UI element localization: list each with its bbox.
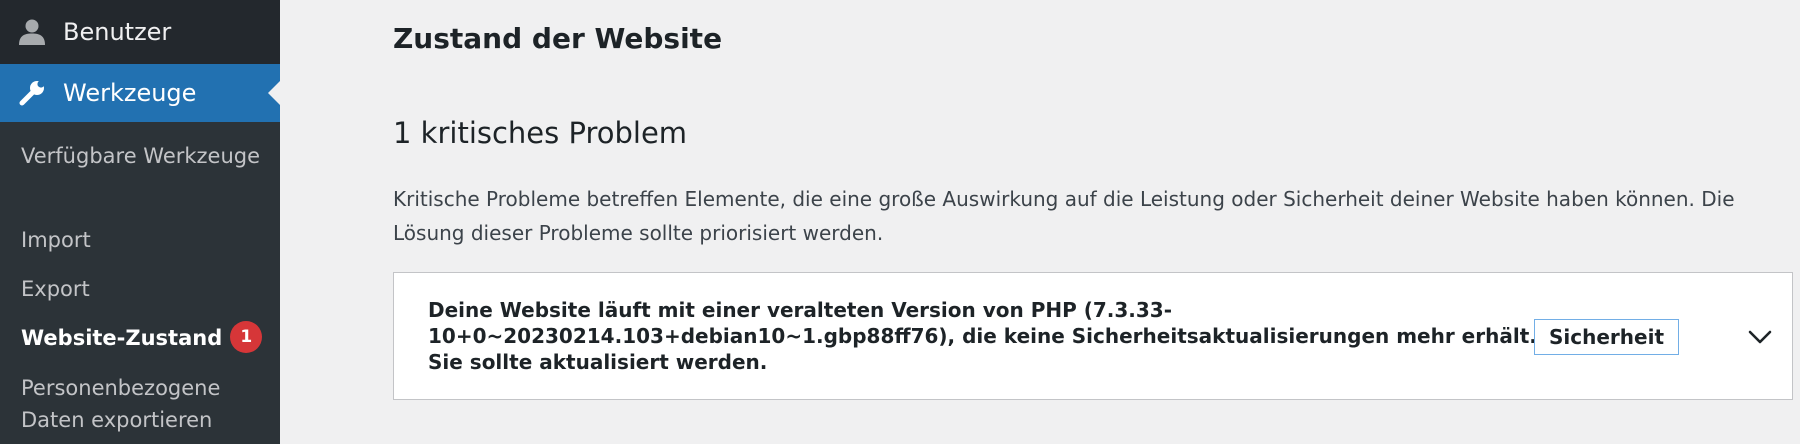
issue-title: Deine Website läuft mit einer veralteten… (428, 298, 1537, 374)
submenu-item-import[interactable]: Import (21, 224, 271, 256)
submenu-item-verfuegbare-werkzeuge[interactable]: Verfügbare Werkzeuge (21, 140, 271, 172)
issue-accordion[interactable]: Deine Website läuft mit einer veralteten… (393, 272, 1793, 400)
submenu-label: Website-Zustand (21, 326, 223, 350)
critical-issues-heading: 1 kritisches Problem (393, 116, 688, 150)
user-icon (19, 19, 45, 45)
chevron-down-icon[interactable] (1742, 319, 1778, 355)
menu-item-werkzeuge[interactable]: Werkzeuge (0, 64, 280, 122)
tools-submenu: Verfügbare Werkzeuge Import Export Websi… (0, 122, 280, 444)
menu-label: Benutzer (63, 18, 172, 46)
notification-badge: 1 (230, 321, 263, 353)
menu-item-benutzer[interactable]: Benutzer (0, 0, 280, 64)
menu-label: Werkzeuge (63, 79, 197, 107)
admin-screen: Benutzer Werkzeuge Verfügbare Werkzeuge … (0, 0, 1800, 444)
issue-category-badge: Sicherheit (1534, 319, 1679, 355)
admin-sidebar: Benutzer Werkzeuge Verfügbare Werkzeuge … (0, 0, 280, 444)
page-title: Zustand der Website (393, 22, 723, 55)
wrench-icon (19, 80, 45, 106)
critical-issues-description: Kritische Probleme betreffen Elemente, d… (393, 187, 1735, 245)
submenu-item-export[interactable]: Export (21, 273, 271, 305)
submenu-item-website-zustand[interactable]: Website-Zustand 1 (21, 321, 271, 354)
submenu-item-personenbezogene-daten[interactable]: Personenbezogene Daten exportieren (21, 372, 271, 436)
main-content: Zustand der Website 1 kritisches Problem… (280, 0, 1800, 444)
